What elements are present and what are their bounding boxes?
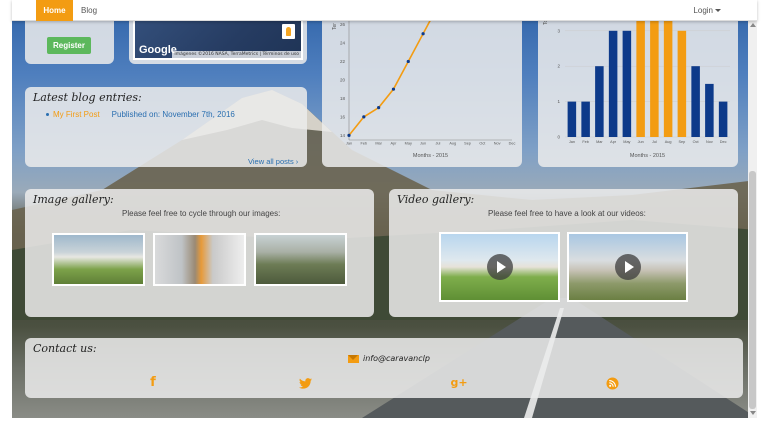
x-tick-label: Feb bbox=[582, 140, 589, 144]
x-tick-label: Apr bbox=[390, 142, 397, 146]
x-tick-label: Jan bbox=[346, 142, 352, 146]
x-tick-label: May bbox=[405, 142, 412, 146]
bar bbox=[581, 101, 590, 137]
y-axis-label: Ter bbox=[332, 23, 338, 30]
contact-email-text: info@caravanclp bbox=[363, 354, 430, 363]
x-tick-label: Jun bbox=[420, 142, 426, 146]
y-tick-label: 2 bbox=[557, 64, 560, 69]
x-tick-label: Jul bbox=[652, 140, 657, 144]
contact-email[interactable]: info@caravanclp bbox=[348, 354, 430, 363]
rss-icon[interactable] bbox=[605, 376, 619, 394]
bar bbox=[608, 30, 618, 137]
nav-login-label: Login bbox=[693, 6, 713, 15]
data-point bbox=[347, 133, 351, 137]
x-tick-label: Mar bbox=[596, 140, 603, 144]
bar bbox=[595, 66, 604, 137]
data-point bbox=[362, 115, 366, 119]
y-tick-label: 24 bbox=[340, 40, 346, 45]
y-tick-label: 18 bbox=[340, 96, 346, 101]
x-tick-label: Dec bbox=[509, 142, 516, 146]
nav-login-dropdown[interactable]: Login bbox=[693, 0, 721, 21]
play-icon[interactable] bbox=[486, 254, 513, 280]
contact-panel bbox=[25, 338, 743, 398]
nav-blog[interactable]: Blog bbox=[81, 0, 97, 21]
view-all-posts-link[interactable]: View all posts › bbox=[248, 157, 298, 166]
map-attribution[interactable]: Imágenes ©2016 NASA, TerraMetrics | Térm… bbox=[172, 51, 301, 58]
x-tick-label: Feb bbox=[361, 142, 368, 146]
y-tick-label: 16 bbox=[340, 114, 346, 119]
x-tick-label: Nov bbox=[706, 140, 713, 144]
x-tick-label: Aug bbox=[665, 140, 672, 144]
video-thumb-2[interactable] bbox=[567, 232, 688, 302]
top-navbar: Home Blog Login bbox=[12, 0, 757, 21]
data-point bbox=[406, 59, 410, 64]
y-tick-label: 14 bbox=[340, 133, 346, 138]
gallery-image-2[interactable] bbox=[153, 233, 246, 286]
temperature-line-chart: Ter 14 16 18 20 22 24 26 Jan Feb Mar Apr May Jun Jul Au… bbox=[332, 5, 516, 159]
video-gallery-title: Video gallery: bbox=[397, 193, 475, 206]
data-point bbox=[421, 32, 425, 36]
post-link[interactable]: My First Post bbox=[53, 110, 100, 119]
x-tick-label: May bbox=[623, 140, 630, 144]
data-point bbox=[391, 87, 396, 91]
bar bbox=[567, 101, 577, 137]
y-tick-label: 20 bbox=[340, 77, 346, 82]
pegman-icon[interactable] bbox=[282, 24, 295, 39]
bar bbox=[622, 30, 632, 137]
gallery-image-3[interactable] bbox=[254, 233, 347, 286]
x-tick-label: Dec bbox=[720, 140, 727, 144]
x-tick-label: Sep bbox=[464, 142, 471, 146]
image-gallery-title: Image gallery: bbox=[33, 193, 114, 206]
bar bbox=[677, 30, 687, 137]
scroll-up-icon[interactable] bbox=[750, 23, 756, 27]
y-tick-label: 0 bbox=[557, 135, 560, 140]
page-scrollbar[interactable] bbox=[748, 21, 757, 418]
bar bbox=[691, 66, 700, 137]
blog-list-item: My First Post Published on: November 7th,… bbox=[46, 110, 235, 119]
nav-home[interactable]: Home bbox=[36, 0, 73, 21]
scroll-thumb[interactable] bbox=[749, 171, 756, 409]
blog-title: Latest blog entries: bbox=[33, 91, 142, 104]
twitter-icon[interactable] bbox=[298, 376, 312, 393]
post-date: Published on: November 7th, 2016 bbox=[111, 110, 235, 119]
caret-down-icon bbox=[715, 9, 721, 13]
scroll-down-icon[interactable] bbox=[750, 411, 756, 415]
envelope-icon bbox=[348, 354, 359, 363]
x-tick-label: Nov bbox=[494, 142, 501, 146]
register-button[interactable]: Register bbox=[47, 37, 91, 54]
contact-title: Contact us: bbox=[33, 342, 97, 355]
image-gallery-subtitle: Please feel free to cycle through our im… bbox=[122, 209, 281, 218]
bar bbox=[718, 101, 728, 137]
x-axis-label: Months - 2015 bbox=[413, 153, 448, 159]
x-tick-label: Oct bbox=[479, 142, 486, 146]
google-plus-icon[interactable]: g+ bbox=[450, 376, 468, 390]
y-tick-label: 26 bbox=[340, 22, 346, 27]
x-tick-label: Aug bbox=[449, 142, 456, 146]
bar bbox=[705, 83, 714, 137]
x-tick-label: Mar bbox=[375, 142, 382, 146]
x-tick-label: Jun bbox=[638, 140, 644, 144]
play-icon[interactable] bbox=[614, 254, 641, 280]
temperature-series-line bbox=[348, 5, 439, 136]
y-tick-label: 1 bbox=[557, 99, 560, 104]
x-tick-label: Apr bbox=[610, 140, 617, 144]
monthly-bar-chart: Tot0123Jan Feb Mar Apr May Jun Jul Aug Sep Oct Nov… bbox=[543, 0, 730, 159]
google-logo: Google bbox=[139, 44, 177, 56]
data-point bbox=[377, 106, 381, 110]
y-tick-label: 3 bbox=[557, 28, 560, 33]
video-gallery-subtitle: Please feel free to have a look at our v… bbox=[488, 209, 646, 218]
video-thumb-1[interactable] bbox=[439, 232, 560, 302]
x-tick-label: Sep bbox=[678, 140, 685, 144]
x-tick-label: Jul bbox=[435, 142, 440, 146]
x-axis-label: Months - 2015 bbox=[630, 153, 665, 159]
gallery-image-1[interactable] bbox=[52, 233, 145, 286]
y-tick-label: 22 bbox=[340, 59, 346, 64]
bullet bbox=[46, 113, 49, 117]
facebook-icon[interactable]: f bbox=[146, 376, 160, 390]
x-tick-label: Oct bbox=[693, 140, 700, 144]
x-tick-label: Jan bbox=[569, 140, 575, 144]
